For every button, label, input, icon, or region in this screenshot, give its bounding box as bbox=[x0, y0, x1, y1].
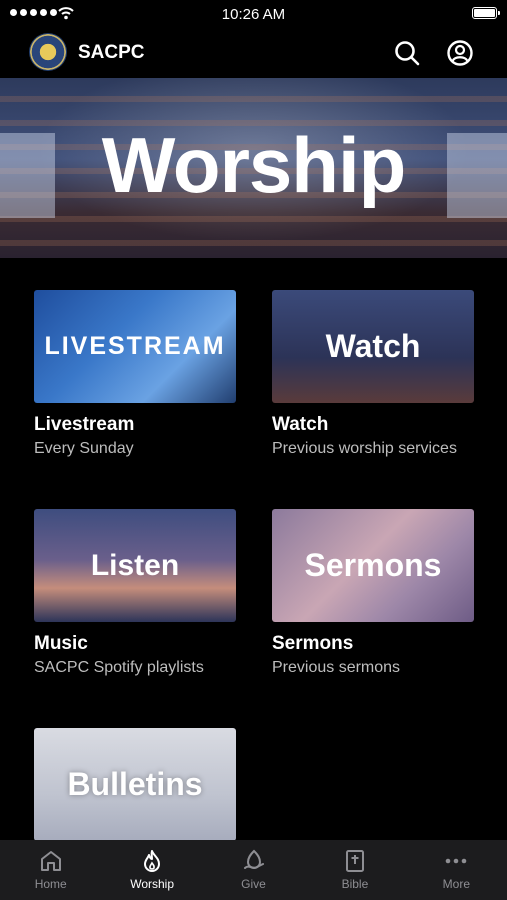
tab-bar: Home Worship Give Bible More bbox=[0, 840, 507, 900]
app-title: SACPC bbox=[78, 42, 145, 63]
card-subtitle: SACPC Spotify playlists bbox=[34, 659, 204, 676]
thumbnail-text: Listen bbox=[90, 548, 180, 582]
tab-worship[interactable]: Worship bbox=[101, 840, 202, 900]
battery-icon bbox=[472, 7, 500, 19]
thumbnail-text: Watch bbox=[325, 328, 421, 364]
card-title: Watch bbox=[272, 414, 329, 435]
card-subtitle: Previous worship services bbox=[272, 440, 457, 457]
search-icon[interactable] bbox=[392, 38, 422, 68]
tab-give[interactable]: Give bbox=[203, 840, 304, 900]
card-watch[interactable]: Watch Watch Previous worship services bbox=[272, 290, 474, 458]
card-bulletins[interactable]: Bulletins bbox=[34, 728, 236, 841]
card-subtitle: Previous sermons bbox=[272, 659, 401, 676]
thumbnail-text: Sermons bbox=[304, 547, 442, 583]
tab-label: Worship bbox=[130, 877, 174, 891]
tab-label: More bbox=[442, 877, 470, 891]
church-logo bbox=[29, 33, 67, 71]
home-icon bbox=[40, 851, 61, 871]
card-title: Livestream bbox=[34, 414, 135, 435]
bulletins-thumbnail[interactable]: Bulletins bbox=[34, 728, 236, 841]
status-time: 10:26 AM bbox=[221, 6, 286, 23]
tab-label: Bible bbox=[341, 877, 369, 891]
card-subtitle: Every Sunday bbox=[34, 440, 134, 457]
app-header: SACPC bbox=[0, 28, 507, 78]
tab-home[interactable]: Home bbox=[0, 840, 101, 900]
card-title: Music bbox=[34, 633, 88, 654]
thumbnail-text: LIVESTREAM bbox=[44, 332, 226, 360]
flame-icon bbox=[144, 850, 161, 872]
more-icon bbox=[446, 858, 467, 864]
listen-thumbnail[interactable]: Listen bbox=[34, 509, 236, 622]
card-music[interactable]: Listen Music SACPC Spotify playlists bbox=[34, 509, 236, 677]
tab-label: Give bbox=[241, 877, 266, 891]
hero-title: Worship bbox=[101, 121, 407, 209]
tab-more[interactable]: More bbox=[406, 840, 507, 900]
sermons-thumbnail[interactable]: Sermons bbox=[272, 509, 474, 622]
account-icon[interactable] bbox=[445, 38, 475, 68]
card-sermons[interactable]: Sermons Sermons Previous sermons bbox=[272, 509, 474, 677]
worship-hero-banner: Worship bbox=[0, 78, 507, 258]
give-icon bbox=[243, 849, 264, 869]
card-livestream[interactable]: LIVESTREAM Livestream Every Sunday bbox=[34, 290, 236, 458]
card-title: Sermons bbox=[272, 633, 354, 654]
livestream-thumbnail[interactable]: LIVESTREAM bbox=[34, 290, 236, 403]
tab-bible[interactable]: Bible bbox=[304, 840, 405, 900]
bible-icon bbox=[345, 850, 364, 872]
status-bar: 10:26 AM bbox=[0, 0, 507, 28]
tab-label: Home bbox=[34, 877, 67, 891]
thumbnail-text: Bulletins bbox=[67, 766, 203, 802]
watch-thumbnail[interactable]: Watch bbox=[272, 290, 474, 403]
